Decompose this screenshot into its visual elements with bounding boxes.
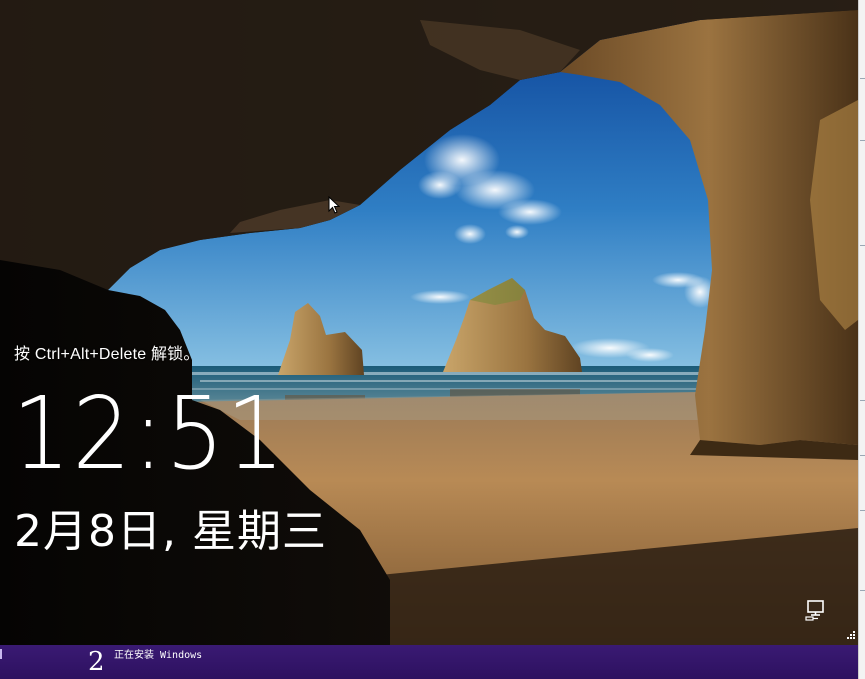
lock-screen[interactable]: 按 Ctrl+Alt+Delete 解锁。 12:51 2月8日, 星期三 (0, 0, 858, 645)
status-bar-marker (0, 649, 2, 659)
network-monitor-icon (805, 600, 824, 621)
setup-step-number: 2 (88, 647, 105, 677)
clock-time: 12:51 (12, 375, 287, 492)
clock-date: 2月8日, 星期三 (14, 506, 327, 557)
unlock-hint: 按 Ctrl+Alt+Delete 解锁。 (14, 346, 200, 363)
resize-grip-icon[interactable] (842, 628, 856, 642)
setup-status-bar: 2 正在安装 Windows (0, 645, 858, 679)
host-window-edge (858, 0, 865, 679)
mouse-pointer-icon (328, 196, 340, 214)
network-button[interactable] (804, 598, 830, 622)
vm-screen: 按 Ctrl+Alt+Delete 解锁。 12:51 2月8日, 星期三 2 … (0, 0, 865, 679)
setup-step-text: 正在安装 Windows (114, 650, 203, 661)
